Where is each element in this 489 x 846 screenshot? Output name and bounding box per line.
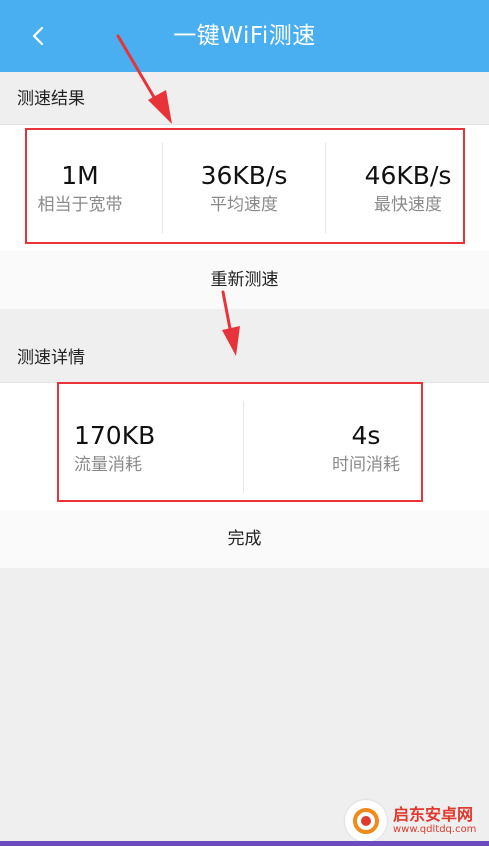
annotation-arrows <box>116 34 240 356</box>
watermark-name: 启东安卓网 <box>393 805 474 824</box>
watermark: 启东安卓网 www.qdltdq.com <box>345 796 489 846</box>
arrow-to-results <box>116 34 172 124</box>
bottom-edge-bar <box>0 841 489 846</box>
arrow-to-details <box>221 290 240 356</box>
watermark-logo-icon <box>345 800 387 842</box>
watermark-url: www.qdltdq.com <box>393 824 477 835</box>
